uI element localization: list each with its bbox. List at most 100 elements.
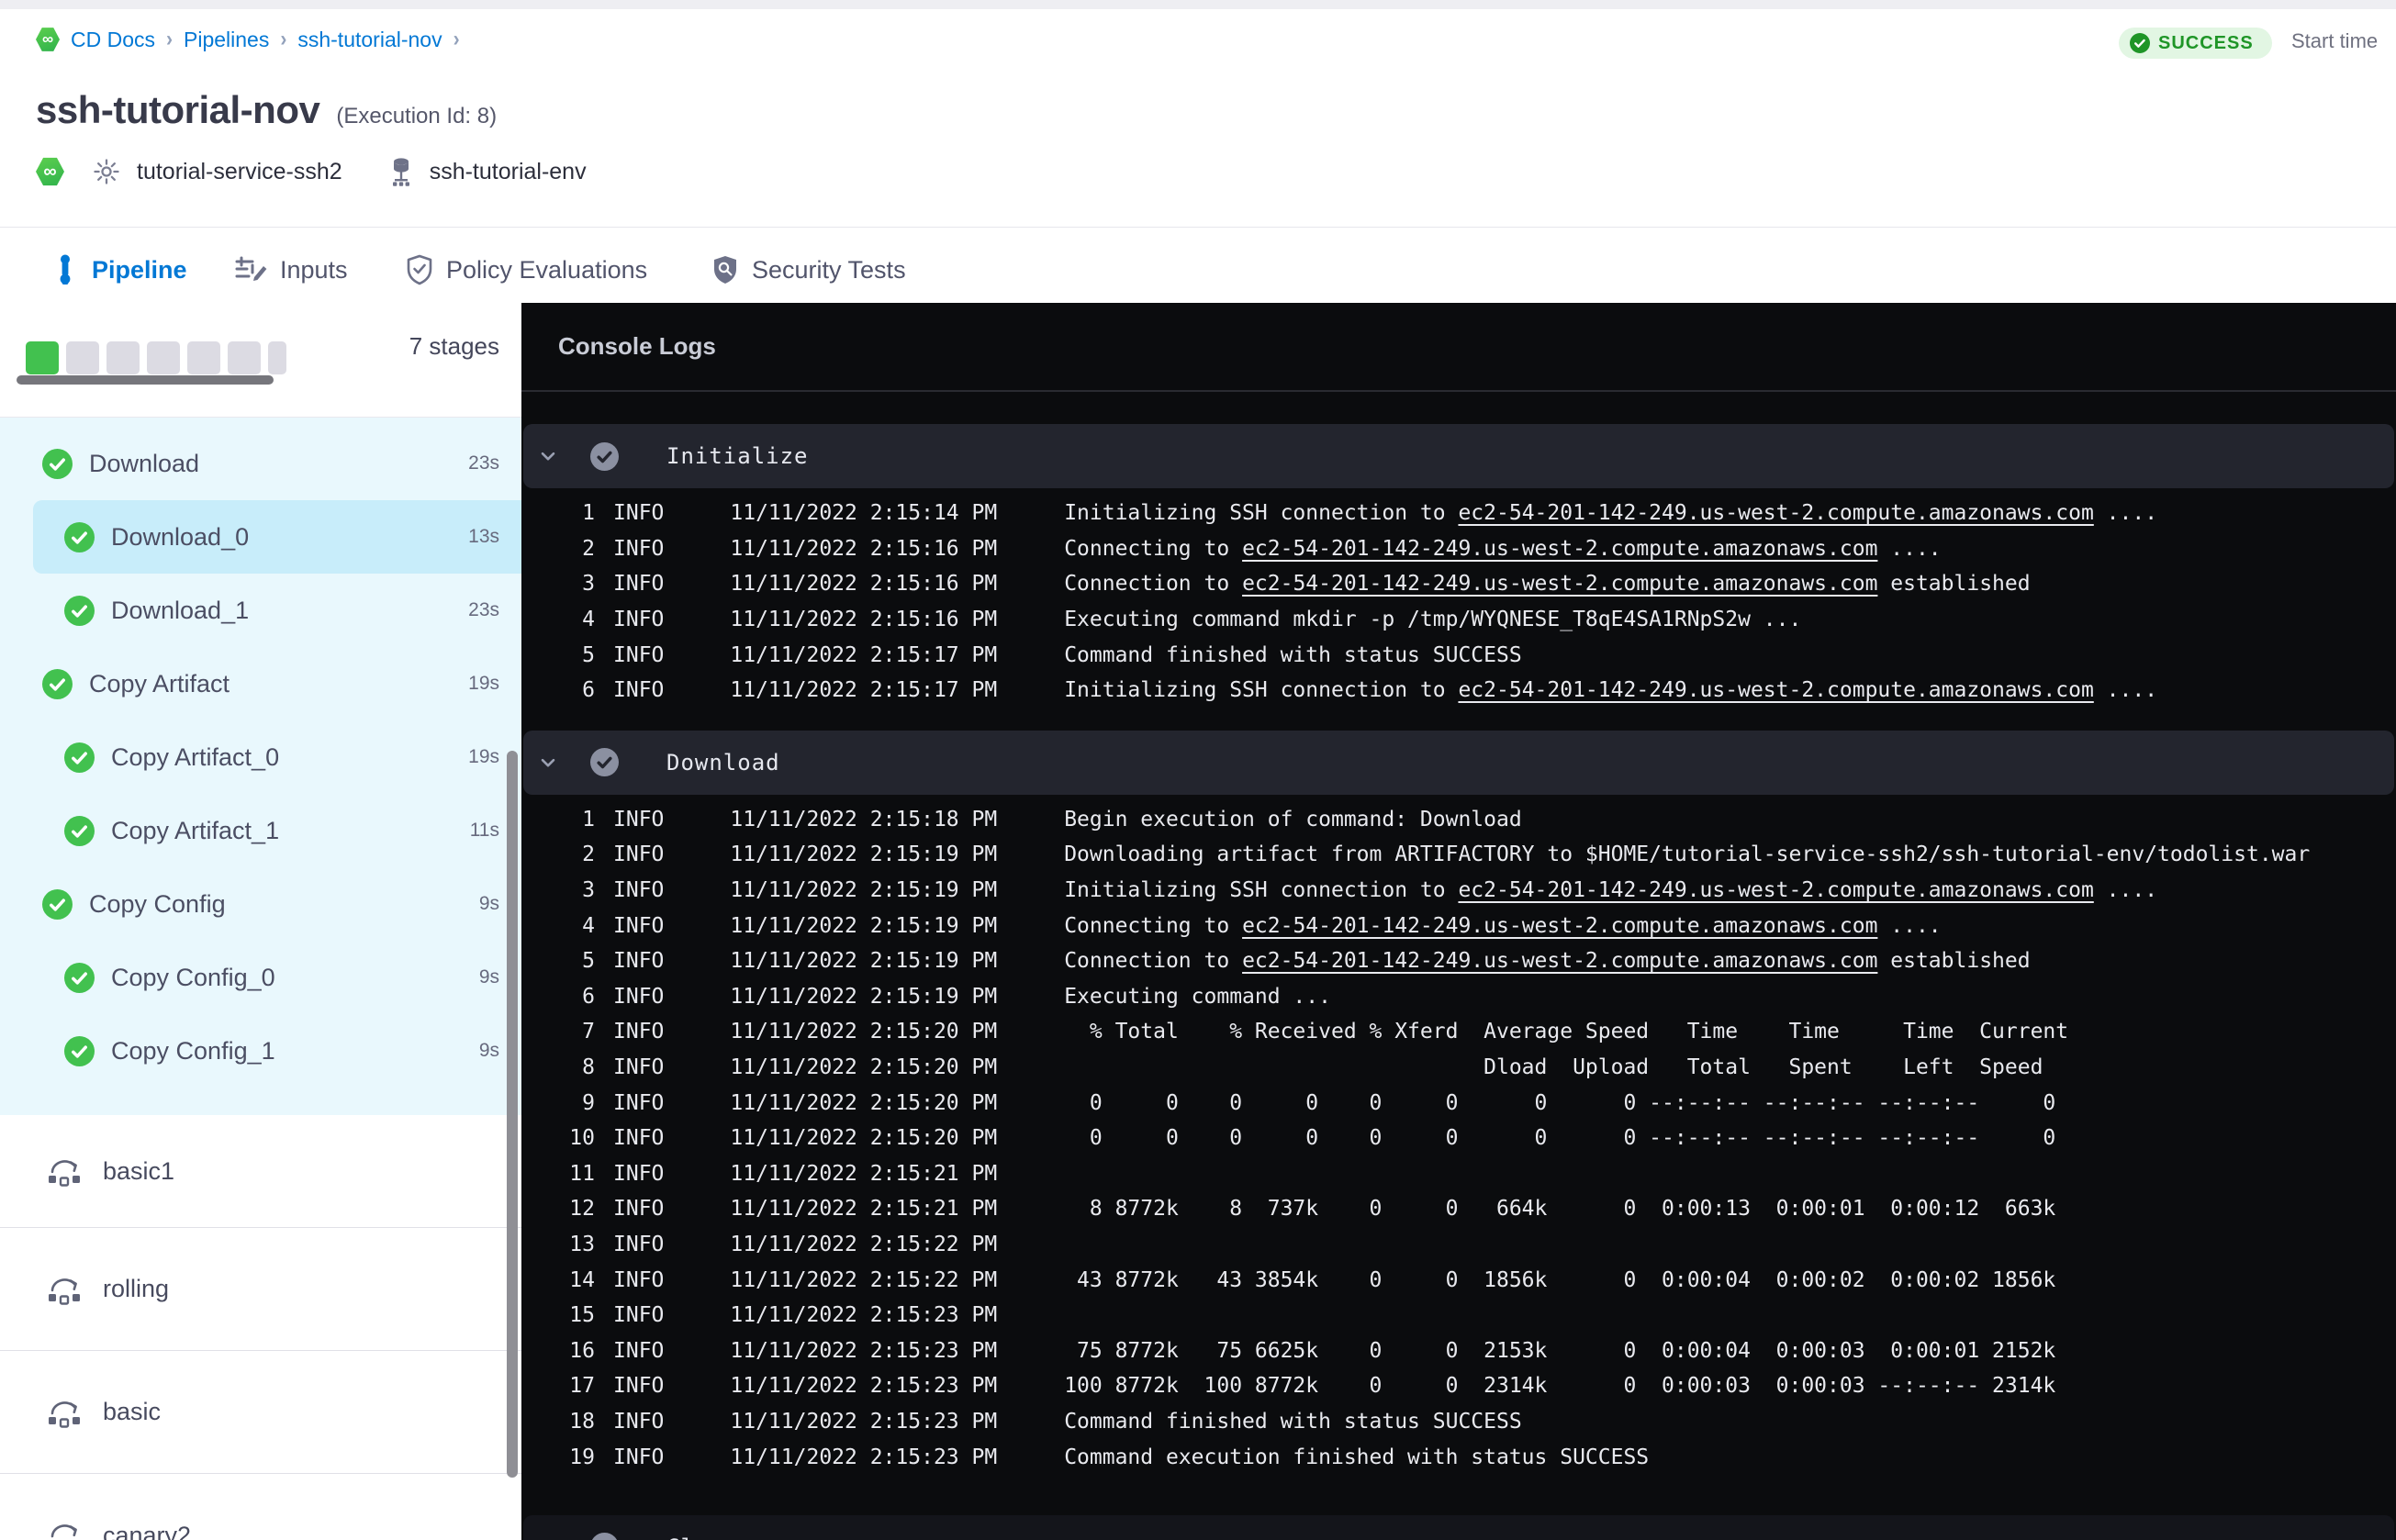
breadcrumb-separator-icon: › [166, 27, 174, 51]
log-timestamp: 11/11/2022 2:15:20 PM [730, 1126, 998, 1151]
log-lines-download: 1 INFO 11/11/2022 2:15:18 PM Begin executio… [521, 802, 2396, 1475]
log-level: INFO [613, 843, 665, 867]
log-line-number: 15 [569, 1303, 595, 1328]
breadcrumb-link-ssh-tutorial-nov[interactable]: ssh-tutorial-nov [297, 28, 442, 52]
log-host-link[interactable]: ec2-54-201-142-249.us-west-2.compute.ama… [1458, 501, 2093, 525]
service-environment-row: ∞ tutorial-service-ssh2 ssh-tutorial-env [36, 156, 587, 187]
log-level: INFO [613, 1267, 665, 1292]
service-name[interactable]: tutorial-service-ssh2 [137, 159, 342, 185]
environment-icon [388, 156, 414, 187]
stage-label: Copy Config [89, 889, 226, 918]
log-level: INFO [613, 1374, 665, 1399]
log-host-link[interactable]: ec2-54-201-142-249.us-west-2.compute.ama… [1242, 949, 1877, 973]
chevron-down-icon[interactable] [537, 445, 559, 467]
tab-policy-evaluations[interactable]: Policy Evaluations [406, 228, 647, 312]
log-timestamp: 11/11/2022 2:15:20 PM [730, 1055, 998, 1080]
stage-duration: 23s [468, 452, 499, 474]
log-line: 3 INFO 11/11/2022 2:15:19 PM Initializing S… [521, 873, 2396, 909]
log-host-link[interactable]: ec2-54-201-142-249.us-west-2.compute.ama… [1458, 678, 2093, 702]
pipeline-stage-icon [46, 1273, 83, 1306]
stage-label: Copy Artifact [89, 669, 230, 697]
breadcrumb-link-cd-docs[interactable]: CD Docs [71, 28, 155, 52]
log-section-header-download[interactable]: Download [523, 730, 2394, 795]
log-line-number: 3 [582, 878, 595, 903]
log-line: 8 INFO 11/11/2022 2:15:20 PM Dload Upload … [521, 1050, 2396, 1086]
tab-bar: Pipeline Inputs Policy Evaluations Security… [0, 227, 2396, 312]
log-line-number: 5 [582, 949, 595, 974]
tab-inputs[interactable]: Inputs [234, 228, 348, 312]
log-level: INFO [613, 949, 665, 974]
log-timestamp: 11/11/2022 2:15:22 PM [730, 1232, 998, 1256]
pipeline-item-basic[interactable]: basic [0, 1351, 521, 1474]
stage-row-copy-artifact-1[interactable]: Copy Artifact_1 11s [0, 794, 521, 867]
pipeline-item-canary2[interactable]: canary2 [0, 1474, 521, 1540]
log-line: 14 INFO 11/11/2022 2:15:22 PM 43 8772k 43 … [521, 1262, 2396, 1298]
log-timestamp: 11/11/2022 2:15:23 PM [730, 1445, 998, 1469]
pipeline-item-rolling[interactable]: rolling [0, 1228, 521, 1351]
pipeline-stage-icon [46, 1519, 83, 1540]
tab-pipeline[interactable]: Pipeline [51, 228, 187, 312]
success-check-icon [64, 815, 95, 846]
log-timestamp: 11/11/2022 2:15:21 PM [730, 1161, 998, 1186]
log-level: INFO [613, 1161, 665, 1186]
log-timestamp: 11/11/2022 2:15:19 PM [730, 913, 998, 938]
log-line-number: 18 [569, 1409, 595, 1434]
page-title: ssh-tutorial-nov [36, 88, 320, 131]
log-host-link[interactable]: ec2-54-201-142-249.us-west-2.compute.ama… [1458, 878, 2093, 902]
log-section-header-initialize[interactable]: Initialize [523, 424, 2394, 488]
log-message: Begin execution of command: Download [1064, 807, 1522, 831]
log-body: Initialize 1 INFO 11/11/2022 2:15:14 PM Init… [521, 392, 2396, 1540]
log-line: 2 INFO 11/11/2022 2:15:16 PM Connecting to … [521, 531, 2396, 567]
log-line: 9 INFO 11/11/2022 2:15:20 PM 0 0 0 0 0 0 0… [521, 1085, 2396, 1121]
breadcrumb-link-pipelines[interactable]: Pipelines [184, 28, 269, 52]
stage-row-download-0[interactable]: Download_0 13s [33, 500, 521, 574]
pipeline-item-label: basic [103, 1398, 162, 1425]
log-section-header-cleanup[interactable]: Cleanup [523, 1514, 2394, 1540]
stage-row-copy-artifact[interactable]: Copy Artifact 19s [0, 647, 521, 720]
log-message: Dload Upload Total Spent Left Speed [1064, 1055, 2043, 1080]
progress-segment [147, 341, 180, 374]
gear-icon [92, 157, 121, 186]
log-timestamp: 11/11/2022 2:15:22 PM [730, 1267, 998, 1292]
tab-label: Inputs [280, 255, 348, 284]
stage-row-download[interactable]: Download 23s [0, 427, 521, 500]
harness-logo-icon: ∞ [36, 157, 64, 186]
log-timestamp: 11/11/2022 2:15:16 PM [730, 608, 998, 632]
stages-scrollbar[interactable] [17, 375, 274, 385]
environment-name[interactable]: ssh-tutorial-env [430, 159, 587, 185]
chevron-right-icon[interactable] [537, 1536, 559, 1540]
stage-duration: 9s [478, 893, 499, 914]
stage-list: Download 23s Download_0 13s Download_1 23s Cop… [0, 418, 521, 1115]
stage-row-copy-config-0[interactable]: Copy Config_0 9s [0, 941, 521, 1014]
log-line-number: 1 [582, 501, 595, 526]
log-line: 3 INFO 11/11/2022 2:15:16 PM Connection to … [521, 566, 2396, 602]
log-level: INFO [613, 1338, 665, 1363]
log-level: INFO [613, 572, 665, 597]
chevron-down-icon[interactable] [537, 752, 559, 774]
success-check-icon [42, 448, 73, 479]
pipeline-item-basic1[interactable]: basic1 [0, 1115, 521, 1228]
stage-row-copy-config-1[interactable]: Copy Config_1 9s [0, 1014, 521, 1088]
log-timestamp: 11/11/2022 2:15:19 PM [730, 843, 998, 867]
pipeline-item-label: rolling [103, 1275, 170, 1302]
log-host-link[interactable]: ec2-54-201-142-249.us-west-2.compute.ama… [1242, 537, 1877, 561]
stage-row-copy-config[interactable]: Copy Config 9s [0, 867, 521, 941]
tab-security-tests[interactable]: Security Tests [711, 228, 906, 312]
log-host-link[interactable]: ec2-54-201-142-249.us-west-2.compute.ama… [1242, 572, 1877, 596]
log-line-number: 14 [569, 1267, 595, 1292]
log-host-link[interactable]: ec2-54-201-142-249.us-west-2.compute.ama… [1242, 914, 1877, 938]
log-line: 6 INFO 11/11/2022 2:15:17 PM Initializing S… [521, 673, 2396, 709]
stage-row-download-1[interactable]: Download_1 23s [0, 574, 521, 647]
sidebar-scrollbar[interactable] [507, 751, 518, 1478]
log-line: 15 INFO 11/11/2022 2:15:23 PM [521, 1298, 2396, 1334]
execution-id: (Execution Id: 8) [336, 104, 498, 128]
log-line: 13 INFO 11/11/2022 2:15:22 PM [521, 1227, 2396, 1263]
log-section-title: Cleanup [666, 1534, 766, 1540]
log-timestamp: 11/11/2022 2:15:19 PM [730, 984, 998, 1009]
log-message: Command finished with status SUCCESS [1064, 1409, 1522, 1434]
log-line-number: 3 [582, 572, 595, 597]
log-timestamp: 11/11/2022 2:15:20 PM [730, 1090, 998, 1115]
log-line: 5 INFO 11/11/2022 2:15:19 PM Connection to … [521, 943, 2396, 979]
stage-label: Download_0 [111, 522, 250, 551]
stage-row-copy-artifact-0[interactable]: Copy Artifact_0 19s [0, 720, 521, 794]
